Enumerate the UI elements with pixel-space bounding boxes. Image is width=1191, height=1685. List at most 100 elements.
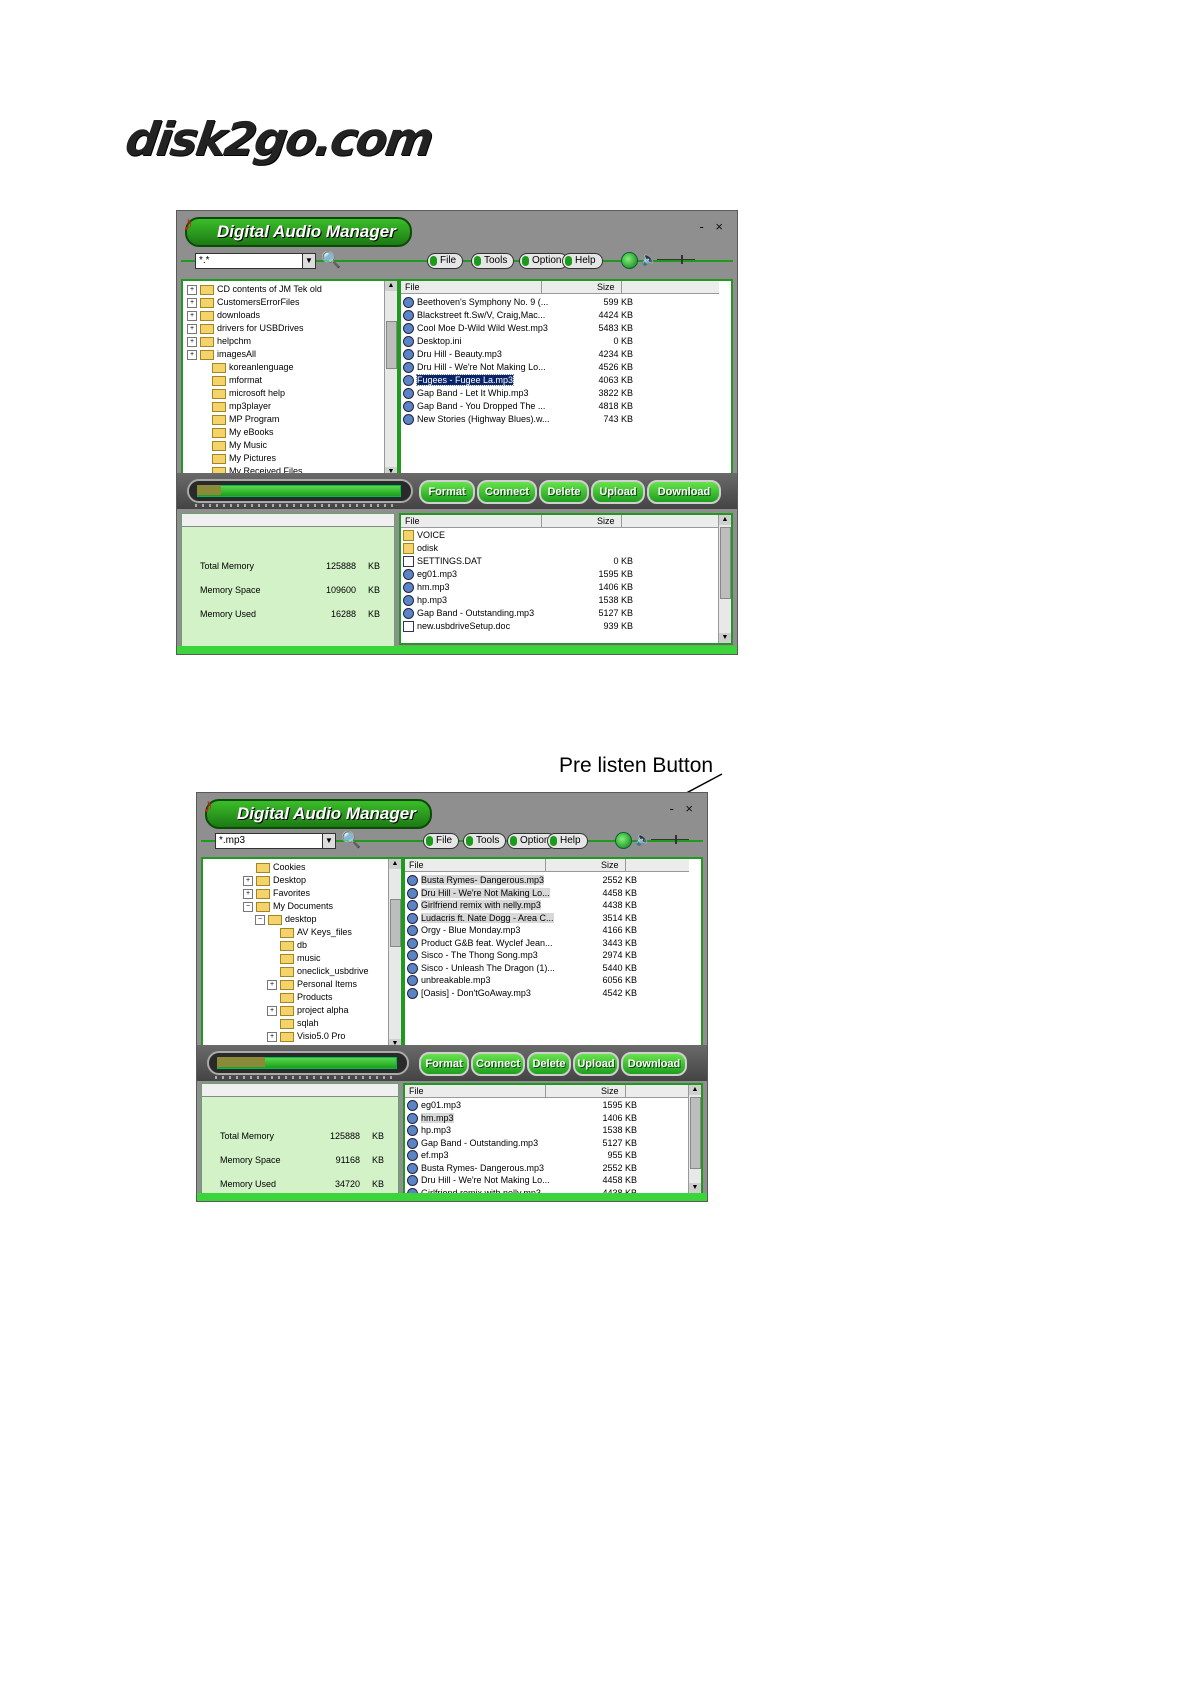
tree-item[interactable]: AV Keys_files bbox=[267, 926, 352, 939]
scroll-down-icon[interactable]: ▼ bbox=[689, 1183, 701, 1193]
scroll-down-icon[interactable]: ▼ bbox=[719, 633, 731, 643]
filter-dropdown[interactable]: *.mp3 ▼ bbox=[215, 833, 336, 849]
tree-item[interactable]: + drivers for USBDrives bbox=[187, 322, 304, 335]
expand-icon[interactable]: + bbox=[187, 310, 197, 321]
tree-item[interactable]: + imagesAll bbox=[187, 348, 256, 361]
scroll-thumb[interactable] bbox=[720, 527, 731, 599]
file-row[interactable]: hp.mp3 1538 KB bbox=[403, 594, 633, 607]
scroll-thumb[interactable] bbox=[390, 899, 401, 947]
file-row[interactable]: eg01.mp3 1595 KB bbox=[407, 1099, 637, 1112]
tree-item[interactable]: + CustomersErrorFiles bbox=[187, 296, 300, 309]
volume-slider[interactable] bbox=[651, 835, 689, 844]
tree-item[interactable]: mp3player bbox=[199, 400, 271, 413]
window-controls[interactable]: - × bbox=[699, 219, 727, 234]
device-scrollbar[interactable]: ▲ ▼ bbox=[718, 515, 731, 643]
tree-item[interactable]: Cookies bbox=[243, 861, 306, 874]
file-row[interactable]: Beethoven's Symphony No. 9 (... 599 KB bbox=[403, 296, 633, 309]
connect-button[interactable]: Connect bbox=[471, 1052, 525, 1076]
tree-item[interactable]: mformat bbox=[199, 374, 262, 387]
file-row[interactable]: unbreakable.mp3 6056 KB bbox=[407, 974, 637, 987]
menu-help[interactable]: Help bbox=[547, 833, 588, 849]
file-row[interactable]: Sisco - Unleash The Dragon (1)... 5440 KB bbox=[407, 962, 637, 975]
tree-item[interactable]: db bbox=[267, 939, 307, 952]
download-button[interactable]: Download bbox=[621, 1052, 687, 1076]
expand-icon[interactable]: + bbox=[243, 888, 253, 899]
expand-icon[interactable]: − bbox=[243, 901, 253, 912]
file-row[interactable]: Product G&B feat. Wyclef Jean... 3443 KB bbox=[407, 937, 637, 950]
file-row[interactable]: Dru Hill - We're Not Making Lo... 4458 KB bbox=[407, 1174, 637, 1187]
file-row[interactable]: hm.mp3 1406 KB bbox=[403, 581, 633, 594]
search-icon[interactable]: 🔍 bbox=[321, 250, 341, 270]
tree-item[interactable]: sqlah bbox=[267, 1017, 319, 1030]
tree-item[interactable]: music bbox=[267, 952, 321, 965]
tree-item[interactable]: + Desktop bbox=[243, 874, 306, 887]
column-size[interactable]: Size bbox=[601, 859, 619, 871]
file-row[interactable]: Girlfriend remix with nelly.mp3 4438 KB bbox=[407, 899, 637, 912]
expand-icon[interactable]: + bbox=[267, 1031, 277, 1042]
file-row[interactable]: Gap Band - Outstanding.mp3 5127 KB bbox=[407, 1137, 637, 1150]
file-row[interactable]: ef.mp3 955 KB bbox=[407, 1149, 637, 1162]
tree-item[interactable]: + Favorites bbox=[243, 887, 310, 900]
delete-button[interactable]: Delete bbox=[527, 1052, 571, 1076]
file-row[interactable]: Busta Rymes- Dangerous.mp3 2552 KB bbox=[407, 874, 637, 887]
expand-icon[interactable]: + bbox=[243, 875, 253, 886]
menu-file[interactable]: File bbox=[423, 833, 460, 849]
tree-item[interactable]: + downloads bbox=[187, 309, 260, 322]
expand-icon[interactable]: + bbox=[187, 297, 197, 308]
tree-item[interactable]: + helpchm bbox=[187, 335, 251, 348]
tree-scrollbar[interactable]: ▲ ▼ bbox=[384, 281, 397, 477]
chevron-down-icon[interactable]: ▼ bbox=[302, 254, 315, 268]
chevron-down-icon[interactable]: ▼ bbox=[322, 834, 335, 848]
upload-button[interactable]: Upload bbox=[591, 480, 645, 504]
file-row[interactable]: Gap Band - You Dropped The ... 4818 KB bbox=[403, 400, 633, 413]
pre-listen-button[interactable] bbox=[615, 832, 632, 849]
tree-item[interactable]: − desktop bbox=[255, 913, 317, 926]
menu-file[interactable]: File bbox=[427, 253, 464, 269]
scroll-thumb[interactable] bbox=[690, 1097, 701, 1169]
pre-listen-button[interactable] bbox=[621, 252, 638, 269]
file-row[interactable]: Busta Rymes- Dangerous.mp3 2552 KB bbox=[407, 1162, 637, 1175]
column-size[interactable]: Size bbox=[601, 1085, 619, 1097]
upload-button[interactable]: Upload bbox=[573, 1052, 619, 1076]
expand-icon[interactable]: + bbox=[267, 979, 277, 990]
format-button[interactable]: Format bbox=[419, 1052, 469, 1076]
file-row[interactable]: Fugees - Fugee La.mp3 4063 KB bbox=[403, 374, 633, 387]
tree-item[interactable]: + Personal Items bbox=[267, 978, 357, 991]
file-row[interactable]: hm.mp3 1406 KB bbox=[407, 1112, 637, 1125]
file-row[interactable]: odisk bbox=[403, 542, 438, 555]
volume-slider[interactable] bbox=[657, 255, 695, 264]
filter-dropdown[interactable]: *.* ▼ bbox=[195, 253, 316, 269]
tree-item[interactable]: My Music bbox=[199, 439, 267, 452]
file-row[interactable]: New Stories (Highway Blues).w... 743 KB bbox=[403, 413, 633, 426]
tree-item[interactable]: microsoft help bbox=[199, 387, 285, 400]
connect-button[interactable]: Connect bbox=[477, 480, 537, 504]
scroll-up-icon[interactable]: ▲ bbox=[719, 515, 731, 525]
file-row[interactable]: Gap Band - Outstanding.mp3 5127 KB bbox=[403, 607, 633, 620]
scroll-up-icon[interactable]: ▲ bbox=[389, 859, 401, 869]
window-controls[interactable]: - × bbox=[669, 801, 697, 816]
file-row[interactable]: hp.mp3 1538 KB bbox=[407, 1124, 637, 1137]
file-row[interactable]: Dru Hill - We're Not Making Lo... 4458 KB bbox=[407, 887, 637, 900]
download-button[interactable]: Download bbox=[647, 480, 721, 504]
expand-icon[interactable]: + bbox=[187, 349, 197, 360]
delete-button[interactable]: Delete bbox=[539, 480, 589, 504]
tree-item[interactable]: Products bbox=[267, 991, 333, 1004]
tree-item[interactable]: + project alpha bbox=[267, 1004, 349, 1017]
file-row[interactable]: Ludacris ft. Nate Dogg - Area C... 3514 K… bbox=[407, 912, 637, 925]
volume-thumb[interactable] bbox=[675, 835, 677, 844]
menu-tools[interactable]: Tools bbox=[471, 253, 515, 269]
file-row[interactable]: Desktop.ini 0 KB bbox=[403, 335, 633, 348]
scroll-up-icon[interactable]: ▲ bbox=[689, 1085, 701, 1095]
tree-item[interactable]: + Visio5.0 Pro bbox=[267, 1030, 345, 1043]
file-row[interactable]: Orgy - Blue Monday.mp3 4166 KB bbox=[407, 924, 637, 937]
file-row[interactable]: Gap Band - Let It Whip.mp3 3822 KB bbox=[403, 387, 633, 400]
scroll-up-icon[interactable]: ▲ bbox=[385, 281, 397, 291]
file-row[interactable]: Blackstreet ft.Sw/V, Craig,Mac... 4424 KB bbox=[403, 309, 633, 322]
file-row[interactable]: Dru Hill - Beauty.mp3 4234 KB bbox=[403, 348, 633, 361]
file-row[interactable]: [Oasis] - Don'tGoAway.mp3 4542 KB bbox=[407, 987, 637, 1000]
tree-item[interactable]: oneclick_usbdrive bbox=[267, 965, 369, 978]
file-row[interactable]: eg01.mp3 1595 KB bbox=[403, 568, 633, 581]
scroll-thumb[interactable] bbox=[386, 321, 397, 369]
column-size[interactable]: Size bbox=[597, 515, 615, 527]
tree-item[interactable]: koreanlenguage bbox=[199, 361, 294, 374]
